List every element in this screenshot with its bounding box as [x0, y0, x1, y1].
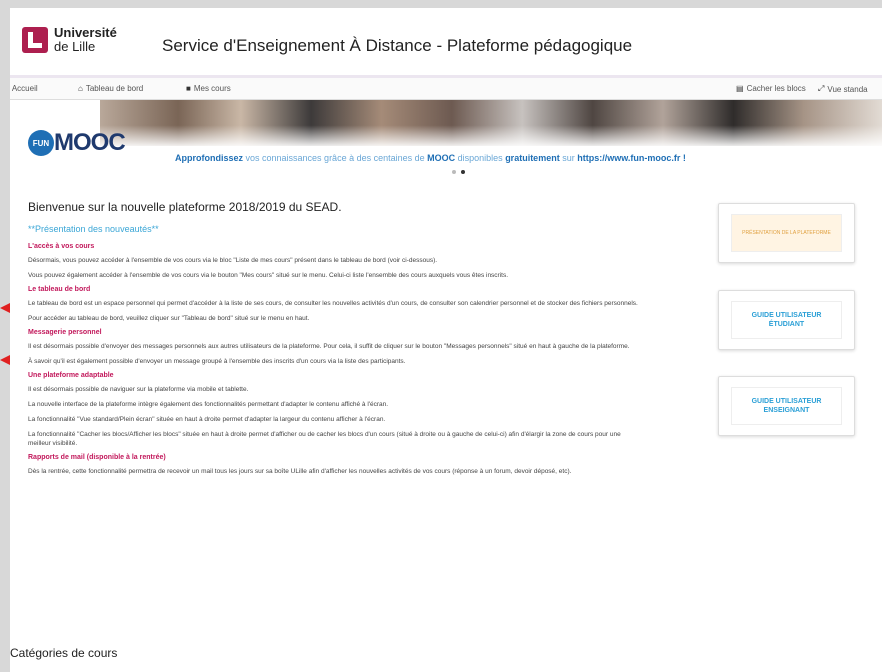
- hide-blocks-label: Cacher les blocs: [746, 84, 806, 93]
- teacher-guide-line1: GUIDE UTILISATEUR: [751, 398, 822, 405]
- teacher-guide-line2: ENSEIGNANT: [763, 407, 810, 414]
- course-categories-heading: Catégories de cours: [10, 646, 118, 660]
- paragraph: La nouvelle interface de la plateforme i…: [28, 401, 389, 408]
- red-arrow-icon: [0, 303, 10, 313]
- student-guide-label: GUIDE UTILISATEUR ÉTUDIANT: [731, 301, 842, 339]
- nav-dashboard[interactable]: ⌂ Tableau de bord: [78, 84, 143, 93]
- carousel-indicators: [452, 170, 465, 174]
- nav-home-label: Accueil: [11, 84, 38, 93]
- nav-my-courses[interactable]: ■ Mes cours: [186, 84, 231, 93]
- paragraph: Vous pouvez également accéder à l'ensemb…: [28, 272, 509, 279]
- section-messaging: Messagerie personnel Il est désormais po…: [28, 329, 688, 366]
- fun-logo-icon: FUN: [28, 130, 54, 156]
- student-guide-line2: ÉTUDIANT: [768, 321, 805, 328]
- carousel-dot-1[interactable]: [452, 170, 456, 174]
- tag-text-3: sur: [559, 153, 578, 163]
- section-mail-reports: Rapports de mail (disponible à la rentré…: [28, 454, 688, 476]
- teacher-guide-label: GUIDE UTILISATEUR ENSEIGNANT: [731, 387, 842, 425]
- nav-my-courses-label: Mes cours: [193, 84, 231, 93]
- mooc-logo-text: MOOC: [54, 129, 126, 156]
- paragraph: Désormais, vous pouvez accéder à l'ensem…: [28, 257, 438, 264]
- presentation-block-label: PRÉSENTATION DE LA PLATEFORME: [731, 214, 842, 252]
- paragraph: Pour accéder au tableau de bord, veuille…: [28, 315, 310, 322]
- tag-bold-1: Approfondissez: [175, 153, 244, 163]
- logo-line1: Université: [54, 25, 117, 40]
- courses-icon: ■: [186, 84, 191, 93]
- nav-bar: ⌂ Accueil ⌂ Tableau de bord ■ Mes cours …: [0, 78, 882, 100]
- section-access: L'accès à vos cours Désormais, vous pouv…: [28, 243, 688, 280]
- paragraph: Le tableau de bord est un espace personn…: [28, 300, 638, 307]
- banner-photo-strip: [100, 100, 882, 146]
- main-content: Bienvenue sur la nouvelle plateforme 201…: [28, 200, 688, 482]
- teacher-guide-block[interactable]: GUIDE UTILISATEUR ENSEIGNANT: [718, 376, 855, 436]
- section-title: Messagerie personnel: [28, 329, 102, 336]
- carousel-dot-2[interactable]: [461, 170, 465, 174]
- section-title: L'accès à vos cours: [28, 243, 95, 250]
- presentation-block[interactable]: PRÉSENTATION DE LA PLATEFORME: [718, 203, 855, 263]
- section-adaptable: Une plateforme adaptable Il est désormai…: [28, 372, 688, 448]
- site-header: Université de Lille Service d'Enseigneme…: [10, 8, 882, 78]
- paragraph: Dès la rentrée, cette fonctionnalité per…: [28, 468, 572, 475]
- blocks-icon: ▤: [736, 84, 744, 93]
- resize-icon: ⤢: [818, 84, 825, 93]
- paragraph: À savoir qu'il est également possible d'…: [28, 358, 406, 365]
- tag-bold-2: MOOC: [427, 153, 456, 163]
- section-title: Une plateforme adaptable: [28, 372, 114, 379]
- section-title: Le tableau de bord: [28, 286, 91, 293]
- standard-view-label: Vue standa: [827, 84, 868, 94]
- fun-mooc-link[interactable]: https://www.fun-mooc.fr !: [577, 153, 686, 163]
- nav-dashboard-label: Tableau de bord: [85, 84, 144, 93]
- tag-text-1: vos connaissances grâce à des centaines …: [243, 153, 428, 163]
- section-title: Rapports de mail (disponible à la rentré…: [28, 454, 166, 461]
- logo-text: Université de Lille: [54, 26, 117, 54]
- red-arrow-icon: [0, 355, 10, 365]
- tag-bold-3: gratuitement: [505, 153, 560, 163]
- welcome-heading: Bienvenue sur la nouvelle plateforme 201…: [28, 200, 342, 214]
- page: Université de Lille Service d'Enseigneme…: [0, 0, 882, 672]
- tag-text-2: disponibles: [455, 153, 506, 163]
- student-guide-line1: GUIDE UTILISATEUR: [751, 312, 822, 319]
- section-dashboard: Le tableau de bord Le tableau de bord es…: [28, 286, 688, 323]
- logo-line2: de Lille: [54, 39, 96, 54]
- frame-top: [0, 0, 882, 8]
- banner-tagline: Approfondissez vos connaissances grâce à…: [175, 153, 686, 163]
- university-logo[interactable]: Université de Lille: [22, 26, 117, 54]
- paragraph: La fonctionnalité "Vue standard/Plein éc…: [28, 416, 386, 423]
- paragraph: Il est désormais possible d'envoyer des …: [28, 343, 630, 350]
- standard-view-button[interactable]: ⤢ Vue standa: [818, 84, 868, 94]
- dashboard-icon: ⌂: [78, 84, 83, 93]
- presentation-heading: **Présentation des nouveautés**: [28, 224, 159, 234]
- paragraph: Il est désormais possible de naviguer su…: [28, 386, 249, 393]
- logo-mark-icon: [22, 27, 48, 53]
- paragraph: La fonctionnalité "Cacher les blocs/Affi…: [28, 431, 621, 447]
- site-title: Service d'Enseignement À Distance - Plat…: [162, 36, 633, 55]
- fun-mooc-banner[interactable]: FUN MOOC Approfondissez vos connaissance…: [10, 100, 882, 180]
- hide-blocks-button[interactable]: ▤ Cacher les blocs: [736, 84, 806, 93]
- frame-left: [0, 0, 10, 672]
- student-guide-block[interactable]: GUIDE UTILISATEUR ÉTUDIANT: [718, 290, 855, 350]
